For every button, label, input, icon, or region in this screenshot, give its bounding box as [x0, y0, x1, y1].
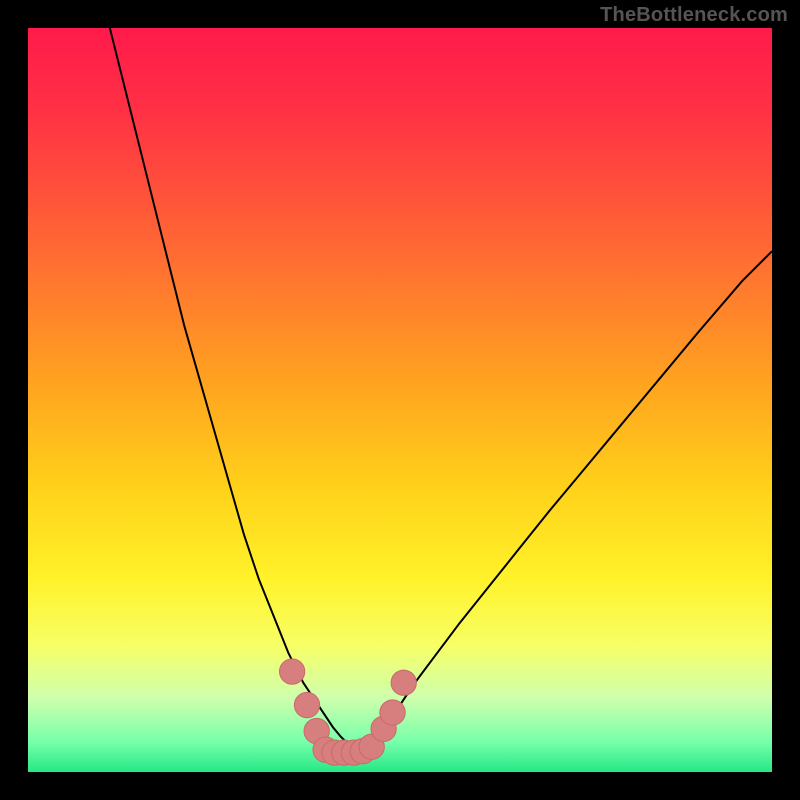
curve-marker	[279, 659, 304, 684]
curve-marker	[391, 670, 416, 695]
gradient-background	[28, 28, 772, 772]
curve-marker	[294, 692, 319, 717]
curve-marker	[380, 700, 405, 725]
chart-frame: TheBottleneck.com	[0, 0, 800, 800]
plot-area	[28, 28, 772, 772]
watermark-text: TheBottleneck.com	[600, 4, 788, 27]
bottleneck-curve-chart	[28, 28, 772, 772]
